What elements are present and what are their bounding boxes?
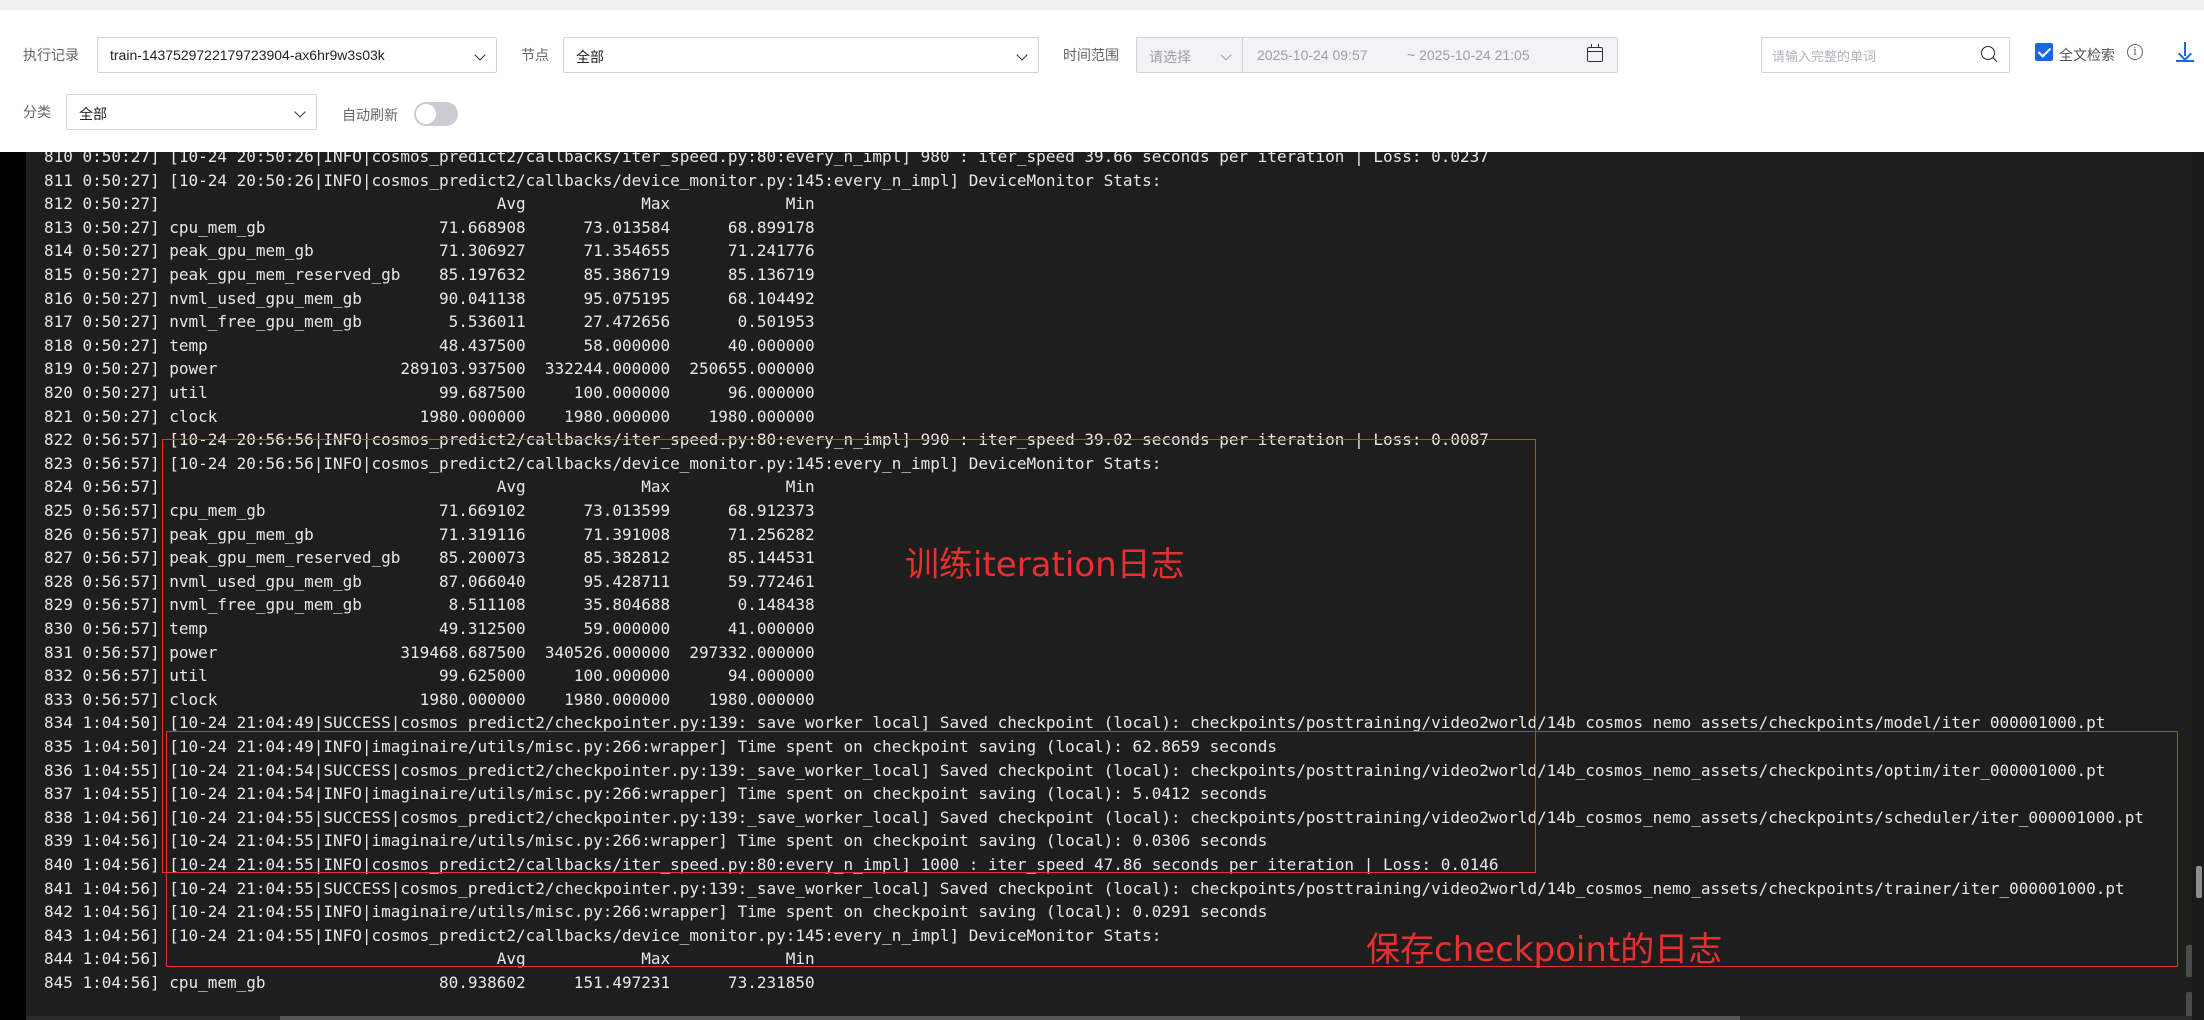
category-label: 分类 [23,104,51,120]
log-line: 819 0:50:27] power 289103.937500 332244.… [44,359,815,379]
time-range-picker: 请选择 2025-10-24 09:57 ~ 2025-10-24 21:05 [1136,37,1618,73]
log-line: 810 0:50:27] [10-24 20:50:26|INFO|cosmos… [44,152,1489,166]
time-range-select-placeholder: 请选择 [1149,49,1191,65]
auto-refresh-label: 自动刷新 [342,107,398,123]
top-strip [0,0,2204,10]
download-icon[interactable] [2175,40,2195,64]
search-icon[interactable] [1981,46,1997,62]
time-range-label: 时间范围 [1063,47,1119,63]
calendar-icon[interactable] [1587,44,1603,62]
horizontal-scroll-thumb[interactable] [280,1016,1740,1020]
log-line: 845 1:04:56] cpu_mem_gb 80.938602 151.49… [44,973,815,992]
node-select[interactable]: 全部 [563,37,1039,73]
log-line: 820 0:50:27] util 99.687500 100.000000 9… [44,383,815,402]
search-input[interactable] [1772,46,1972,66]
date-end[interactable]: ~ 2025-10-24 21:05 [1407,47,1530,63]
category-value: 全部 [79,106,107,122]
exec-record-label: 执行记录 [23,47,79,63]
toggle-knob [416,104,436,124]
search-box [1761,37,2010,73]
log-line: 821 0:50:27] clock 1980.000000 1980.0000… [44,406,815,426]
chevron-down-icon [294,106,306,118]
log-line: 818 0:50:27] temp 48.437500 58.000000 40… [44,335,815,355]
vertical-scroll-thumb[interactable] [2196,866,2202,898]
log-line: 816 0:50:27] nvml_used_gpu_mem_gb 90.041… [44,288,815,308]
exec-record-value: train-1437529722179723904-ax6hr9w3s03k [110,47,385,63]
iteration-log-annotation: 训练iteration日志 [905,545,1185,585]
fulltext-search-checkbox[interactable] [2035,43,2053,61]
auto-refresh-toggle[interactable] [414,102,458,126]
info-icon[interactable]: i [2127,44,2143,60]
log-line: 812 0:50:27] Avg Max Min [44,194,815,214]
log-line: 813 0:50:27] cpu_mem_gb 71.668908 73.013… [44,217,815,237]
log-console: 810 0:50:27] [10-24 20:50:26|INFO|cosmos… [0,152,2204,1020]
filter-bar: 执行记录 train-1437529722179723904-ax6hr9w3s… [0,10,2204,152]
log-line: 814 0:50:27] peak_gpu_mem_gb 71.306927 7… [44,241,815,261]
chevron-down-icon [1016,49,1028,61]
category-select[interactable]: 全部 [66,94,317,130]
log-line: 811 0:50:27] [10-24 20:50:26|INFO|cosmos… [44,170,1162,190]
chevron-down-icon [1220,49,1232,61]
log-viewport[interactable]: 810 0:50:27] [10-24 20:50:26|INFO|cosmos… [26,152,2204,1020]
checkpoint-log-highlight [166,731,2178,967]
log-line: 817 0:50:27] nvml_free_gpu_mem_gb 5.5360… [44,312,815,332]
log-line: 815 0:50:27] peak_gpu_mem_reserved_gb 85… [44,265,815,284]
date-start[interactable]: 2025-10-24 09:57 [1257,47,1368,63]
fulltext-search-label: 全文检索 [2059,47,2115,63]
chevron-down-icon [474,49,486,61]
node-label: 节点 [521,47,549,63]
checkpoint-log-annotation: 保存checkpoint的日志 [1366,930,1723,970]
exec-record-select[interactable]: train-1437529722179723904-ax6hr9w3s03k [97,37,497,73]
time-range-select[interactable]: 请选择 [1137,38,1243,72]
node-value: 全部 [576,49,604,65]
